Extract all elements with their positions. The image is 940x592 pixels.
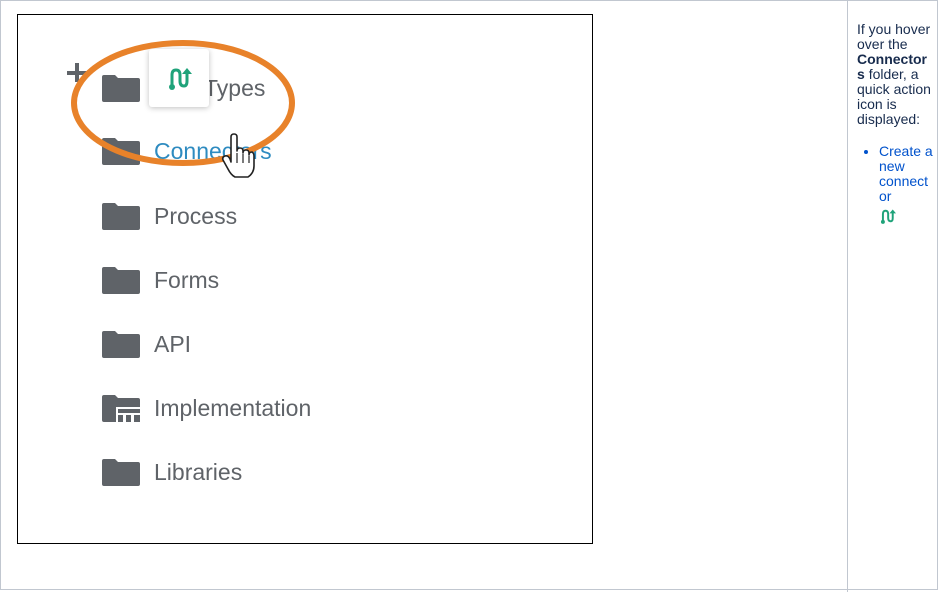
tree-item-forms[interactable]: Forms bbox=[102, 260, 219, 300]
folder-icon bbox=[102, 459, 140, 486]
add-plus-icon[interactable] bbox=[62, 57, 92, 87]
action-list: Create a new connector bbox=[857, 144, 933, 226]
tree-item-label: Implementation bbox=[154, 394, 312, 421]
folder-icon bbox=[102, 331, 140, 358]
tree-item-label: API bbox=[154, 330, 192, 357]
folder-icon bbox=[102, 138, 140, 165]
hand-cursor-icon bbox=[221, 133, 255, 178]
column-divider bbox=[847, 0, 848, 592]
create-connector-link[interactable]: Create a new connector bbox=[879, 143, 933, 204]
tree-item-process[interactable]: Process bbox=[102, 196, 237, 236]
folder-icon bbox=[102, 203, 140, 230]
quick-action-popover[interactable] bbox=[149, 49, 209, 107]
connector-icon[interactable] bbox=[166, 65, 192, 91]
connector-icon bbox=[880, 209, 896, 224]
tree-item-label: Libraries bbox=[154, 458, 243, 485]
tree-item-api[interactable]: API bbox=[102, 324, 191, 364]
folder-icon bbox=[102, 75, 140, 102]
screenshot-frame: Types Connectors Process Forms API Imple… bbox=[17, 14, 593, 544]
folder-icon bbox=[102, 267, 140, 294]
tree-item-libraries[interactable]: Libraries bbox=[102, 452, 242, 492]
implementation-folder-icon bbox=[102, 395, 140, 422]
tree-item-implementation[interactable]: Implementation bbox=[102, 388, 311, 428]
description-cell: If you hover over the Connectors folder,… bbox=[857, 22, 933, 226]
description-text: If you hover over the Connectors folder,… bbox=[857, 21, 931, 127]
tree-item-label: Types bbox=[204, 74, 266, 101]
action-list-item: Create a new connector bbox=[879, 144, 933, 226]
tree-item-label: Forms bbox=[154, 266, 220, 293]
tree-item-label: Process bbox=[154, 202, 238, 229]
